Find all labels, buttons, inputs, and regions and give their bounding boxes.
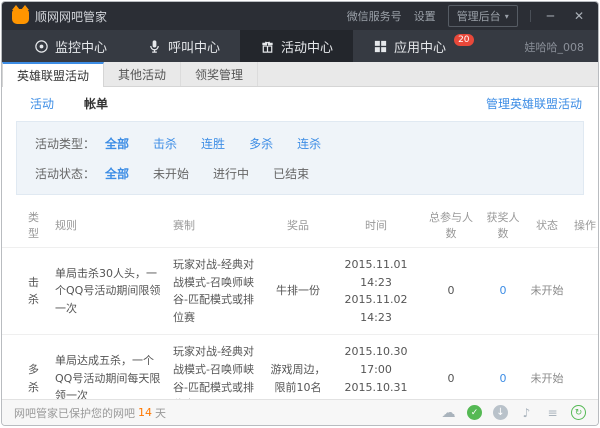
main-content: 活动 帐单 管理英雄联盟活动 活动类型： 全部 击杀 连胜 多杀 连杀 活动状态… (2, 87, 598, 399)
tab-other-activities[interactable]: 其他活动 (104, 62, 181, 86)
col-header-participants: 总参与人数 (422, 203, 480, 248)
notification-badge: 20 (454, 34, 473, 46)
wechat-service-button[interactable]: 微信服务号 (347, 8, 402, 24)
cell-time-start: 2015.10.30 17:00 (333, 343, 419, 378)
cell-rule: 单局击杀30人头，一个QQ号活动期间限领一次 (52, 248, 170, 335)
protection-text: 网吧管家已保护您的网吧 (14, 405, 135, 421)
titlebar-controls: 微信服务号 设置 管理后台 ▾ ─ ✕ (347, 5, 588, 27)
download-icon[interactable]: ↓ (493, 405, 508, 420)
protection-text-suffix: 天 (155, 405, 166, 421)
app-window: 顺网网吧管家 微信服务号 设置 管理后台 ▾ ─ ✕ 监控中心 呼叫中心 (1, 1, 599, 426)
cell-participants: 0 (422, 248, 480, 335)
table-header-row: 类型 规则 赛制 奖品 时间 总参与人数 获奖人数 状态 操作 (2, 203, 598, 248)
cell-type: 击杀 (2, 248, 52, 335)
settings-button[interactable]: 设置 (414, 8, 436, 24)
filter-type-option-killstreak[interactable]: 连杀 (297, 135, 321, 152)
table-row: 击杀 单局击杀30人头，一个QQ号活动期间限领一次 玩家对战-经典对战模式-召唤… (2, 248, 598, 335)
app-grid-icon (373, 39, 388, 54)
col-header-time: 时间 (330, 203, 422, 248)
nav-item-label: 活动中心 (281, 37, 333, 56)
titlebar-divider (530, 10, 531, 22)
cell-prize: 牛排一份 (266, 248, 330, 335)
col-header-prize: 奖品 (266, 203, 330, 248)
col-header-actions: 操作 (568, 203, 598, 248)
cell-prize: 游戏周边，限前10名 (266, 335, 330, 399)
microphone-icon (147, 39, 162, 54)
col-header-type: 类型 (2, 203, 52, 248)
col-header-winners: 获奖人数 (480, 203, 526, 248)
manage-lol-activities-link[interactable]: 管理英雄联盟活动 (486, 95, 582, 112)
filter-type-label: 活动类型： (35, 135, 95, 152)
subnav-link-activity[interactable]: 活动 (30, 95, 54, 112)
nav-item-call-center[interactable]: 呼叫中心 (127, 30, 240, 62)
filter-status-option-ongoing[interactable]: 进行中 (213, 165, 249, 182)
main-navbar: 监控中心 呼叫中心 活动中心 应用中心 20 娃哈哈_008 (2, 30, 598, 62)
filter-panel: 活动类型： 全部 击杀 连胜 多杀 连杀 活动状态： 全部 未开始 进行中 已结… (16, 121, 584, 195)
filter-type-option-kill[interactable]: 击杀 (153, 135, 177, 152)
subnav-link-bill[interactable]: 帐单 (84, 95, 108, 112)
titlebar: 顺网网吧管家 微信服务号 设置 管理后台 ▾ ─ ✕ (2, 2, 598, 30)
app-title: 顺网网吧管家 (35, 8, 107, 25)
app-logo-icon (12, 9, 29, 24)
logged-in-username[interactable]: 娃哈哈_008 (525, 39, 585, 55)
tasklist-icon[interactable]: ≡ (545, 405, 560, 420)
cell-participants: 0 (422, 335, 480, 399)
cell-actions (568, 335, 598, 399)
tabbar: 英雄联盟活动 其他活动 领奖管理 (2, 62, 598, 87)
filter-status-label: 活动状态： (35, 165, 95, 182)
filter-type-option-winstreak[interactable]: 连胜 (201, 135, 225, 152)
cell-time: 2015.11.01 14:23 2015.11.02 14:23 (330, 248, 422, 335)
cell-time: 2015.10.30 17:00 2015.10.31 17:00 (330, 335, 422, 399)
cell-format: 玩家对战-经典对战模式-召唤师峡谷-匹配模式或排位赛 (170, 248, 266, 335)
cell-winners-link[interactable]: 0 (480, 335, 526, 399)
subnav: 活动 帐单 管理英雄联盟活动 (2, 87, 598, 119)
cell-actions (568, 248, 598, 335)
tab-prize-management[interactable]: 领奖管理 (181, 62, 258, 86)
cell-time-end: 2015.10.31 17:00 (333, 379, 419, 399)
filter-status-option-all[interactable]: 全部 (105, 165, 129, 182)
nav-item-activity-center[interactable]: 活动中心 (240, 30, 353, 62)
minimize-button[interactable]: ─ (543, 9, 558, 23)
sound-icon[interactable]: ♪ (519, 405, 534, 420)
monitor-icon (34, 39, 49, 54)
filter-status-option-ended[interactable]: 已结束 (273, 165, 309, 182)
admin-console-label: 管理后台 (457, 8, 501, 24)
filter-type-option-all[interactable]: 全部 (105, 135, 129, 152)
gift-icon (260, 39, 275, 54)
cell-type: 多杀 (2, 335, 52, 399)
protection-days: 14 (138, 406, 152, 419)
col-header-format: 赛制 (170, 203, 266, 248)
table-row: 多杀 单局达成五杀，一个QQ号活动期间每天限领一次 玩家对战-经典对战模式-召唤… (2, 335, 598, 399)
refresh-icon[interactable]: ↻ (571, 405, 586, 420)
filter-row-type: 活动类型： 全部 击杀 连胜 多杀 连杀 (17, 128, 583, 158)
col-header-rule: 规则 (52, 203, 170, 248)
cell-format: 玩家对战-经典对战模式-召唤师峡谷-匹配模式或排位赛 (170, 335, 266, 399)
cell-winners-link[interactable]: 0 (480, 248, 526, 335)
filter-type-option-multikill[interactable]: 多杀 (249, 135, 273, 152)
cell-rule: 单局达成五杀，一个QQ号活动期间每天限领一次 (52, 335, 170, 399)
filter-status-option-notstarted[interactable]: 未开始 (153, 165, 189, 182)
statusbar-icons: ☁ ✓ ↓ ♪ ≡ ↻ (441, 405, 586, 420)
nav-item-monitor-center[interactable]: 监控中心 (14, 30, 127, 62)
activity-table: 类型 规则 赛制 奖品 时间 总参与人数 获奖人数 状态 操作 击杀 单局击杀3… (2, 203, 598, 399)
statusbar: 网吧管家已保护您的网吧 14 天 ☁ ✓ ↓ ♪ ≡ ↻ (2, 399, 598, 425)
chevron-down-icon: ▾ (505, 12, 509, 21)
cell-status: 未开始 (526, 248, 568, 335)
accelerate-icon[interactable]: ✓ (467, 405, 482, 420)
nav-item-label: 应用中心 (394, 37, 446, 56)
cell-status: 未开始 (526, 335, 568, 399)
nav-item-app-center[interactable]: 应用中心 20 (353, 30, 493, 62)
nav-item-label: 监控中心 (55, 37, 107, 56)
admin-console-button[interactable]: 管理后台 ▾ (448, 5, 518, 27)
nav-item-label: 呼叫中心 (168, 37, 220, 56)
cell-time-start: 2015.11.01 14:23 (333, 256, 419, 291)
cloud-icon[interactable]: ☁ (441, 405, 456, 420)
filter-row-status: 活动状态： 全部 未开始 进行中 已结束 (17, 158, 583, 188)
cell-time-end: 2015.11.02 14:23 (333, 291, 419, 326)
tab-lol-activities[interactable]: 英雄联盟活动 (2, 62, 104, 87)
close-button[interactable]: ✕ (570, 9, 588, 23)
col-header-status: 状态 (526, 203, 568, 248)
